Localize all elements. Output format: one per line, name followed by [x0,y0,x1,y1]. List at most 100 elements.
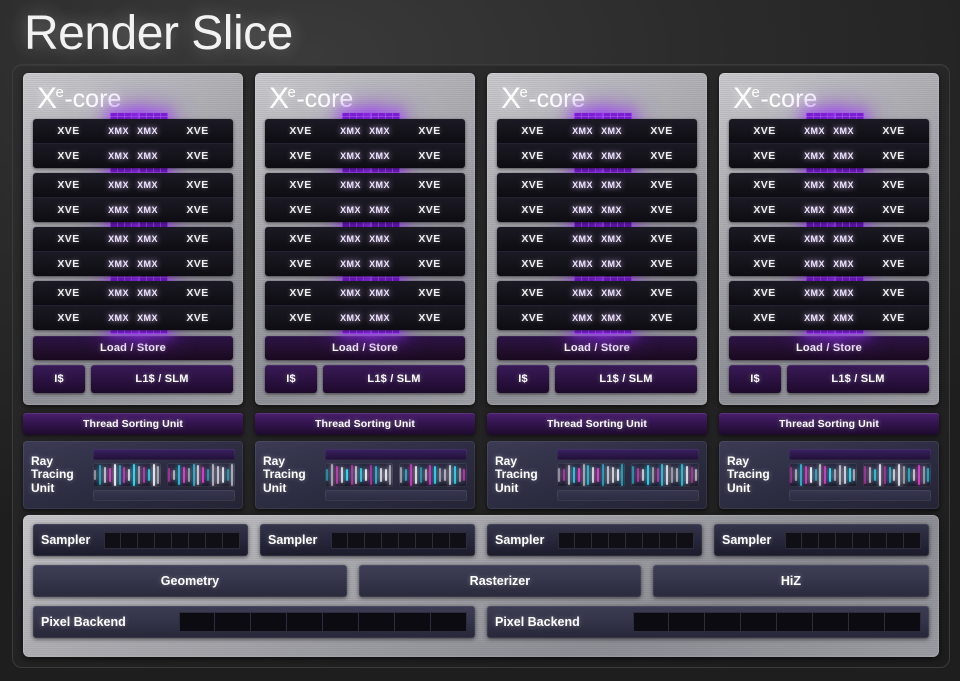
xve-cell[interactable]: XVE [394,198,465,222]
xve-row[interactable]: XVE XMX XMX XVE [33,305,233,330]
xmx-cell[interactable]: XMX [133,144,162,168]
instruction-cache[interactable]: I$ [265,365,317,393]
xmx-cell[interactable]: XMX [133,306,162,330]
xve-row[interactable]: XVE XMX XMX XVE [729,197,929,222]
xve-cell[interactable]: XVE [729,198,800,222]
xe-core[interactable]: Xe -core XVE XMX XMX XVE XVE XMX XMX XVE XVE XMX XMX… [719,73,939,405]
thread-sorting-unit[interactable]: Thread Sorting Unit [255,413,475,435]
xve-cell[interactable]: XVE [265,173,336,197]
ray-tracing-unit[interactable]: Ray Tracing Unit [719,441,939,509]
xe-core[interactable]: Xe -core XVE XMX XMX XVE XVE XMX XMX XVE XVE XMX XMX… [487,73,707,405]
ray-tracing-unit[interactable]: Ray Tracing Unit [487,441,707,509]
sampler[interactable]: Sampler [33,524,248,556]
xmx-cell[interactable]: XMX [800,306,829,330]
xve-row[interactable]: XVE XMX XMX XVE [497,281,697,305]
xve-cell[interactable]: XVE [858,306,929,330]
xmx-cell[interactable]: XMX [365,252,394,276]
xmx-cell[interactable]: XMX [365,281,394,305]
xmx-cell[interactable]: XMX [133,173,162,197]
xve-row[interactable]: XVE XMX XMX XVE [265,305,465,330]
xve-row[interactable]: XVE XMX XMX XVE [729,173,929,197]
xmx-cell[interactable]: XMX [133,119,162,143]
xve-row[interactable]: XVE XMX XMX XVE [33,143,233,168]
pixel-backend[interactable]: Pixel Backend [487,606,929,638]
xve-row[interactable]: XVE XMX XMX XVE [729,119,929,143]
xve-group[interactable]: XVE XMX XMX XVE XVE XMX XMX XVE [265,227,465,276]
load-store-unit[interactable]: Load / Store [33,336,233,360]
xve-row[interactable]: XVE XMX XMX XVE [497,143,697,168]
xve-row[interactable]: XVE XMX XMX XVE [497,119,697,143]
xmx-cell[interactable]: XMX [104,173,133,197]
xmx-cell[interactable]: XMX [568,119,597,143]
xve-row[interactable]: XVE XMX XMX XVE [729,305,929,330]
xve-cell[interactable]: XVE [729,227,800,251]
xve-cell[interactable]: XVE [394,281,465,305]
xmx-cell[interactable]: XMX [336,252,365,276]
xmx-cell[interactable]: XMX [597,281,626,305]
xmx-cell[interactable]: XMX [829,198,858,222]
load-store-unit[interactable]: Load / Store [729,336,929,360]
xve-row[interactable]: XVE XMX XMX XVE [729,251,929,276]
thread-sorting-unit[interactable]: Thread Sorting Unit [23,413,243,435]
xve-row[interactable]: XVE XMX XMX XVE [33,197,233,222]
xmx-cell[interactable]: XMX [800,144,829,168]
xve-cell[interactable]: XVE [729,144,800,168]
xve-row[interactable]: XVE XMX XMX XVE [33,227,233,251]
xve-cell[interactable]: XVE [265,198,336,222]
xve-cell[interactable]: XVE [497,281,568,305]
xmx-cell[interactable]: XMX [800,281,829,305]
xve-cell[interactable]: XVE [33,144,104,168]
xmx-cell[interactable]: XMX [365,144,394,168]
xve-group[interactable]: XVE XMX XMX XVE XVE XMX XMX XVE [497,281,697,330]
fixed-function-bar-rasterizer[interactable]: Rasterizer [358,565,641,597]
xve-cell[interactable]: XVE [497,119,568,143]
xve-row[interactable]: XVE XMX XMX XVE [729,281,929,305]
xve-cell[interactable]: XVE [858,173,929,197]
xve-row[interactable]: XVE XMX XMX XVE [265,143,465,168]
xmx-cell[interactable]: XMX [133,252,162,276]
xve-cell[interactable]: XVE [394,119,465,143]
xve-cell[interactable]: XVE [729,252,800,276]
xve-cell[interactable]: XVE [265,306,336,330]
xmx-cell[interactable]: XMX [336,306,365,330]
xve-cell[interactable]: XVE [265,119,336,143]
xve-cell[interactable]: XVE [626,198,697,222]
thread-sorting-unit[interactable]: Thread Sorting Unit [719,413,939,435]
xve-cell[interactable]: XVE [394,173,465,197]
ray-tracing-unit[interactable]: Ray Tracing Unit [255,441,475,509]
fixed-function-bar-geometry[interactable]: Geometry [33,565,347,597]
xve-cell[interactable]: XVE [626,119,697,143]
xmx-cell[interactable]: XMX [568,173,597,197]
xve-cell[interactable]: XVE [497,198,568,222]
xve-cell[interactable]: XVE [162,252,233,276]
xve-group[interactable]: XVE XMX XMX XVE XVE XMX XMX XVE [497,173,697,222]
xve-cell[interactable]: XVE [33,281,104,305]
xve-cell[interactable]: XVE [162,144,233,168]
l1-cache-slm[interactable]: L1$ / SLM [787,365,929,393]
xve-row[interactable]: XVE XMX XMX XVE [265,227,465,251]
xve-cell[interactable]: XVE [394,252,465,276]
xmx-cell[interactable]: XMX [568,198,597,222]
xmx-cell[interactable]: XMX [597,173,626,197]
xmx-cell[interactable]: XMX [104,119,133,143]
xmx-cell[interactable]: XMX [800,252,829,276]
sampler[interactable]: Sampler [487,524,702,556]
instruction-cache[interactable]: I$ [497,365,549,393]
xve-group[interactable]: XVE XMX XMX XVE XVE XMX XMX XVE [729,119,929,168]
xmx-cell[interactable]: XMX [597,119,626,143]
xve-row[interactable]: XVE XMX XMX XVE [33,281,233,305]
xve-cell[interactable]: XVE [626,252,697,276]
xmx-cell[interactable]: XMX [568,144,597,168]
xmx-cell[interactable]: XMX [800,198,829,222]
xve-row[interactable]: XVE XMX XMX XVE [729,227,929,251]
xve-cell[interactable]: XVE [858,198,929,222]
xve-cell[interactable]: XVE [497,227,568,251]
xe-core[interactable]: Xe -core XVE XMX XMX XVE XVE XMX XMX XVE XVE XMX XMX… [255,73,475,405]
xve-cell[interactable]: XVE [33,173,104,197]
xmx-cell[interactable]: XMX [568,306,597,330]
xve-cell[interactable]: XVE [729,173,800,197]
xve-row[interactable]: XVE XMX XMX XVE [265,197,465,222]
xe-core[interactable]: Xe -core XVE XMX XMX XVE XVE XMX XMX XVE XVE XMX XMX… [23,73,243,405]
xve-row[interactable]: XVE XMX XMX XVE [729,143,929,168]
xmx-cell[interactable]: XMX [336,173,365,197]
